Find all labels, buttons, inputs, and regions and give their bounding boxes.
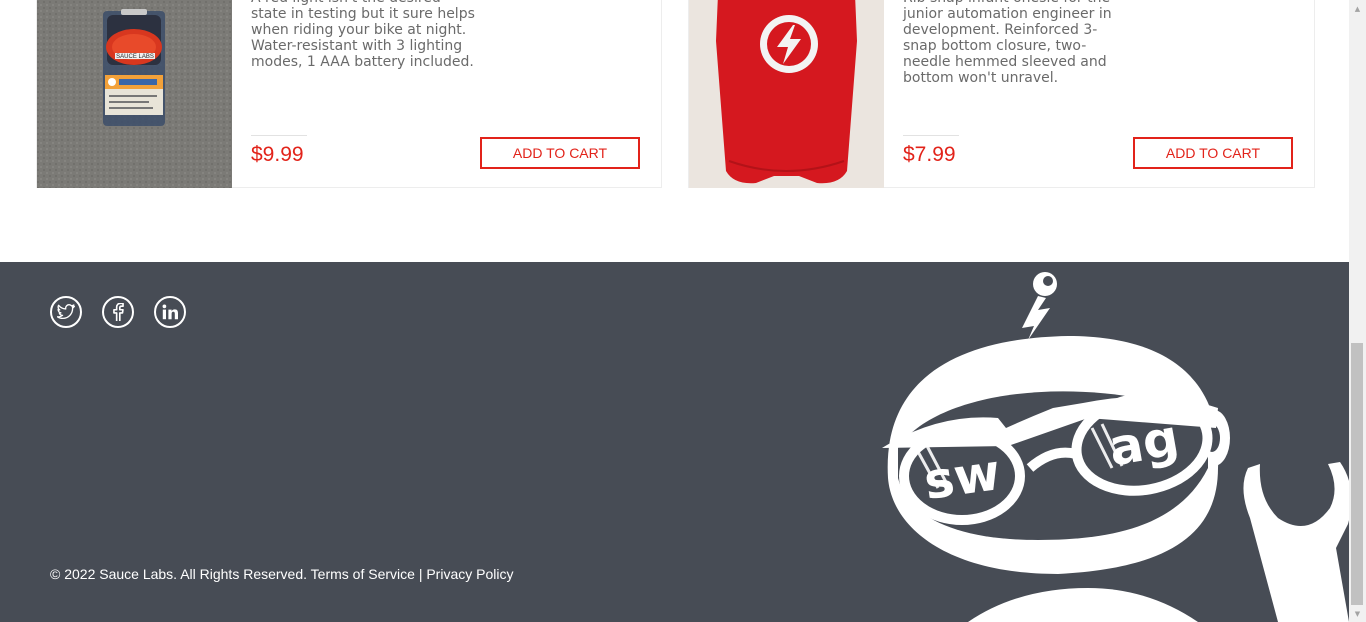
terms-of-service-link[interactable]: Terms of Service [311, 566, 415, 582]
product-description: Rib snap infant onesie for the junior au… [903, 0, 1112, 86]
product-image-onesie[interactable] [689, 0, 884, 188]
page-scrollbar[interactable]: ▲ ▼ [1349, 0, 1366, 622]
product-price: $7.99 [903, 143, 956, 166]
add-to-cart-button[interactable]: ADD TO CART [480, 137, 640, 169]
footer: © 2022 Sauce Labs. All Rights Reserved. … [0, 262, 1349, 622]
scroll-down-arrow-icon[interactable]: ▼ [1349, 605, 1366, 622]
product-price: $9.99 [251, 143, 304, 166]
footer-copyright: © 2022 Sauce Labs. All Rights Reserved. … [50, 566, 513, 582]
price-divider [903, 135, 959, 136]
product-image-bike-light[interactable]: SAUCE LABS [37, 0, 232, 188]
inventory-item-bike-light: SAUCE LABS A red light isn't the desired… [36, 0, 662, 188]
copyright-text: © 2022 Sauce Labs. All Rights Reserved. [50, 566, 308, 582]
twitter-icon[interactable] [50, 296, 82, 328]
linkedin-icon[interactable] [154, 296, 186, 328]
inventory-page: SAUCE LABS A red light isn't the desired… [0, 0, 1349, 622]
inventory-item-onesie: Rib snap infant onesie for the junior au… [688, 0, 1315, 188]
swag-text-right: ag [1105, 408, 1184, 477]
product-image-brand-text: SAUCE LABS [116, 54, 154, 60]
product-description: A red light isn't the desired state in t… [251, 0, 475, 70]
facebook-icon[interactable] [102, 296, 134, 328]
scroll-up-arrow-icon[interactable]: ▲ [1349, 0, 1366, 17]
privacy-policy-link[interactable]: Privacy Policy [426, 566, 513, 582]
add-to-cart-button[interactable]: ADD TO CART [1133, 137, 1293, 169]
viewport: SAUCE LABS A red light isn't the desired… [0, 0, 1366, 622]
swag-text-left: sw [920, 443, 1003, 511]
swag-bot-logo: sw ag [878, 268, 1349, 622]
price-divider [251, 135, 307, 136]
scrollbar-thumb[interactable] [1351, 343, 1363, 605]
link-separator: | [418, 566, 423, 582]
